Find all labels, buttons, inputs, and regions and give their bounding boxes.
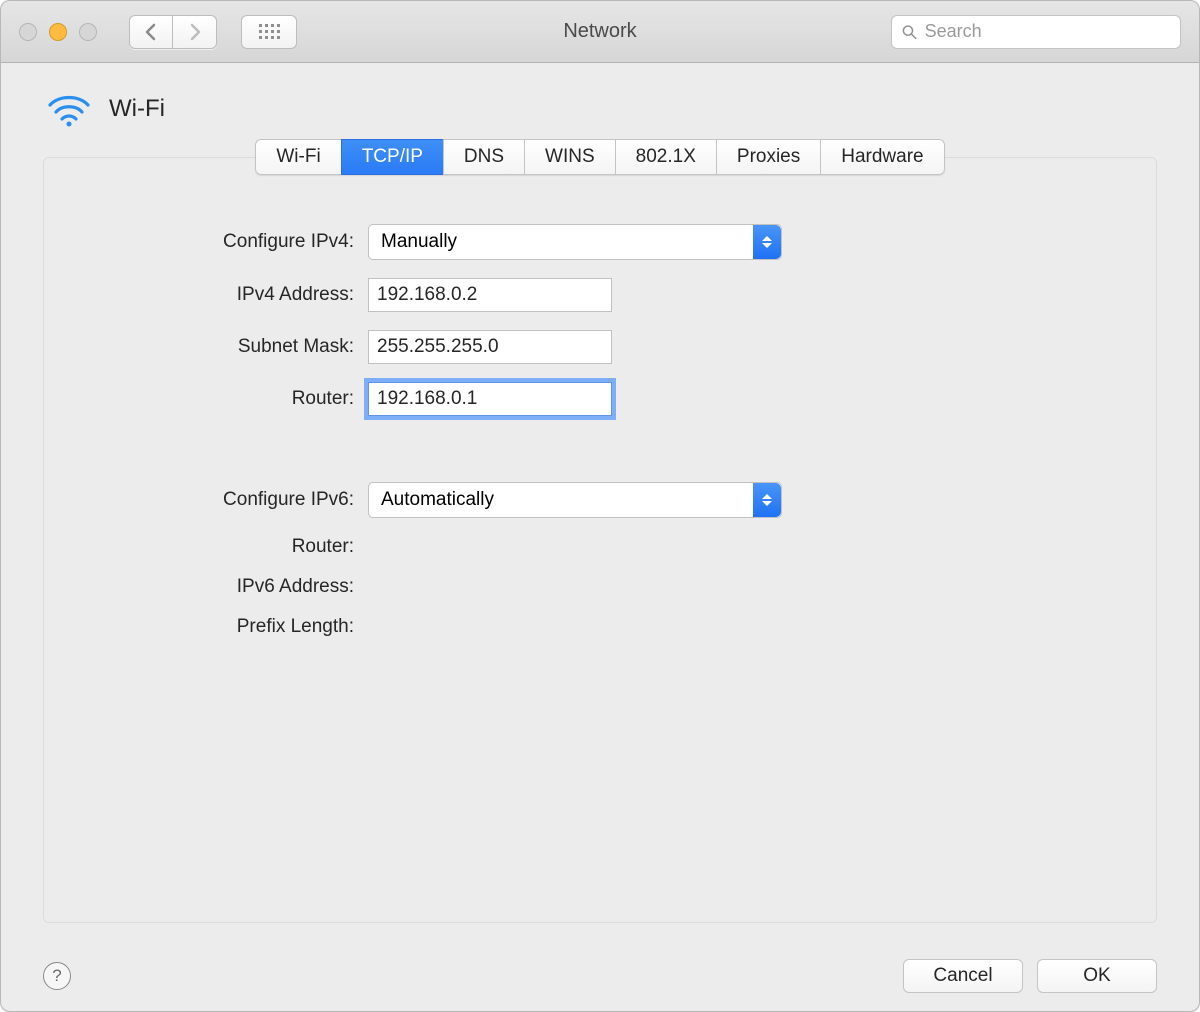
tab-dns[interactable]: DNS bbox=[443, 139, 524, 175]
search-field[interactable] bbox=[891, 15, 1181, 49]
chevron-up-down-icon bbox=[753, 483, 781, 517]
zoom-window-button[interactable] bbox=[79, 23, 97, 41]
search-icon bbox=[902, 24, 917, 40]
service-header: Wi-Fi bbox=[43, 91, 1157, 127]
footer: ? Cancel OK bbox=[1, 941, 1199, 1011]
tab-hardware[interactable]: Hardware bbox=[820, 139, 944, 175]
grid-icon bbox=[259, 24, 280, 39]
minimize-window-button[interactable] bbox=[49, 23, 67, 41]
configure-ipv6-label: Configure IPv6: bbox=[84, 489, 354, 511]
tab-8021x[interactable]: 802.1X bbox=[615, 139, 716, 175]
router-input[interactable] bbox=[368, 382, 612, 416]
network-preferences-window: Network Wi-Fi Wi-Fi TCP/IP DNS bbox=[0, 0, 1200, 1012]
nav-forward-button[interactable] bbox=[173, 15, 217, 49]
wifi-icon bbox=[47, 91, 91, 127]
nav-back-forward bbox=[129, 15, 217, 49]
tcpip-panel: Configure IPv4: Manually IPv4 Address: S… bbox=[43, 157, 1157, 923]
tab-proxies[interactable]: Proxies bbox=[716, 139, 820, 175]
nav-back-button[interactable] bbox=[129, 15, 173, 49]
ok-button[interactable]: OK bbox=[1037, 959, 1157, 993]
configure-ipv4-select[interactable]: Manually bbox=[368, 224, 782, 260]
configure-ipv6-value: Automatically bbox=[381, 489, 494, 511]
toolbar: Network bbox=[1, 1, 1199, 63]
service-name: Wi-Fi bbox=[109, 95, 165, 123]
ipv6-router-label: Router: bbox=[84, 536, 354, 558]
tab-bar: Wi-Fi TCP/IP DNS WINS 802.1X Proxies Har… bbox=[43, 139, 1157, 175]
cancel-button[interactable]: Cancel bbox=[903, 959, 1023, 993]
tab-wins[interactable]: WINS bbox=[524, 139, 615, 175]
ipv4-address-input[interactable] bbox=[368, 278, 612, 312]
content-area: Wi-Fi Wi-Fi TCP/IP DNS WINS 802.1X Proxi… bbox=[1, 63, 1199, 941]
chevron-up-down-icon bbox=[753, 225, 781, 259]
ipv6-address-label: IPv6 Address: bbox=[84, 576, 354, 598]
configure-ipv4-value: Manually bbox=[381, 231, 457, 253]
configure-ipv4-label: Configure IPv4: bbox=[84, 231, 354, 253]
show-all-prefs-button[interactable] bbox=[241, 15, 297, 49]
help-button[interactable]: ? bbox=[43, 962, 71, 990]
tab-tcpip[interactable]: TCP/IP bbox=[341, 139, 443, 175]
configure-ipv6-select[interactable]: Automatically bbox=[368, 482, 782, 518]
tcpip-form: Configure IPv4: Manually IPv4 Address: S… bbox=[84, 224, 1116, 638]
router-label: Router: bbox=[84, 388, 354, 410]
search-input[interactable] bbox=[925, 21, 1170, 42]
prefix-length-label: Prefix Length: bbox=[84, 616, 354, 638]
ipv4-address-label: IPv4 Address: bbox=[84, 284, 354, 306]
subnet-mask-label: Subnet Mask: bbox=[84, 336, 354, 358]
subnet-mask-input[interactable] bbox=[368, 330, 612, 364]
close-window-button[interactable] bbox=[19, 23, 37, 41]
window-traffic-lights bbox=[19, 23, 97, 41]
tab-wifi[interactable]: Wi-Fi bbox=[255, 139, 340, 175]
